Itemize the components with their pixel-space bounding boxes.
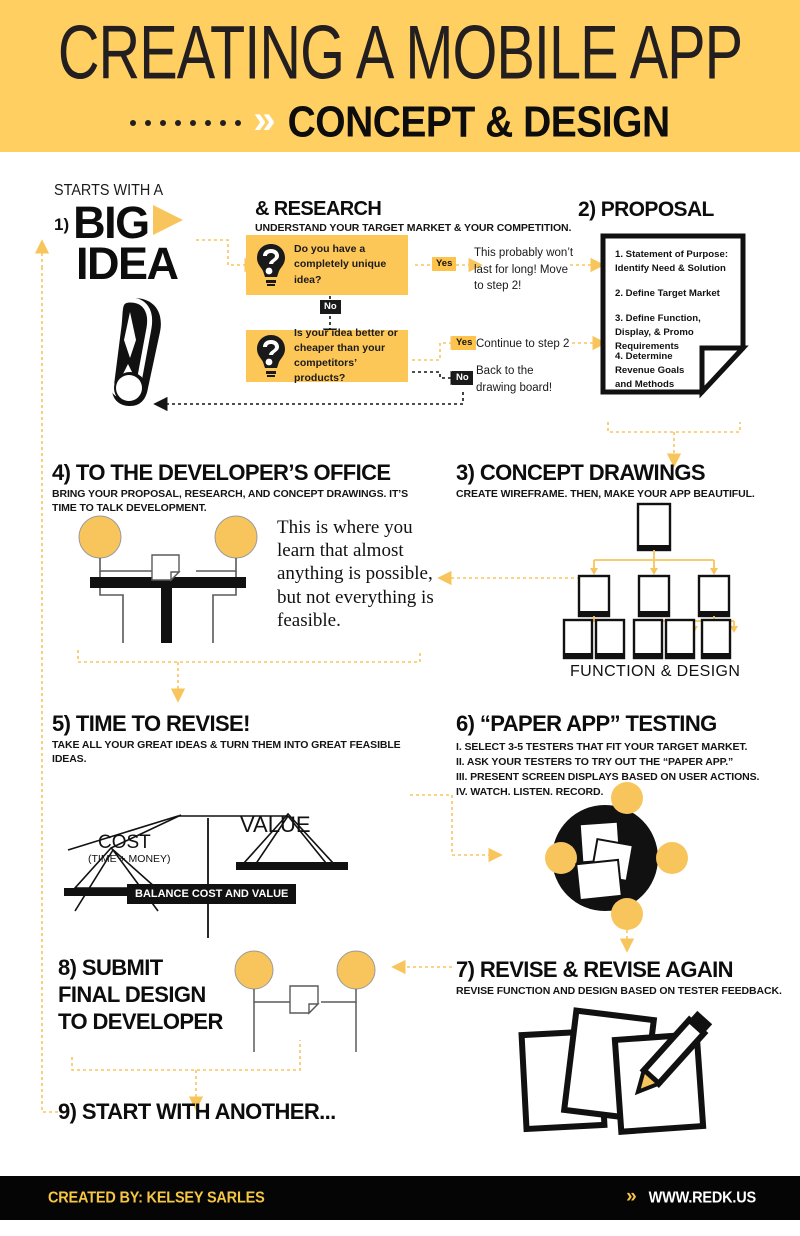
lightbulb-question-icon [257, 244, 285, 286]
step4-quote: This is where you learn that almost anyt… [277, 517, 434, 631]
step8-heading-line2: FINAL DESIGN [58, 982, 206, 1007]
question-box-unique-idea: Do you have a completely unique idea? [246, 235, 408, 295]
header-banner: CREATING A MOBILE APP » CONCEPT & DESIGN [0, 0, 800, 152]
double-chevron-icon: » [253, 98, 276, 142]
footer-url-group[interactable]: » WWW.REDK.US [626, 1187, 756, 1209]
step1-number: 1) [54, 215, 70, 235]
step3-subheading: CREATE WIREFRAME. THEN, MAKE YOUR APP BE… [456, 488, 755, 500]
step7-subheading: REVISE FUNCTION AND DESIGN BASED ON TEST… [456, 985, 782, 997]
proposal-item-1: 1. Statement of Purpose: Identify Need &… [615, 249, 729, 274]
step9-heading: 9) START WITH ANOTHER... [58, 1099, 336, 1124]
footer-url[interactable]: WWW.REDK.US [649, 1189, 757, 1206]
badge-yes-q1: Yes [432, 257, 457, 272]
research-subheading: UNDERSTAND YOUR TARGET MARKET & YOUR COM… [255, 222, 572, 234]
proposal-item-4: 4. Determine Revenue Goals and Methods [615, 351, 685, 390]
scale-label-cost: COST [98, 832, 151, 853]
result-q1-yes: This probably won’t last for long! Move … [474, 247, 574, 293]
infographic-page: CREATING A MOBILE APP » CONCEPT & DESIGN [0, 0, 800, 1236]
lightbulb-question-icon-2 [257, 335, 285, 377]
result-q2-yes: Continue to step 2 [476, 338, 570, 350]
step8-heading-line3: TO DEVELOPER [58, 1009, 223, 1034]
footer-credit: CREATED BY: KELSEY SARLES [48, 1189, 265, 1207]
revise-papers-pencil-illustration [518, 1007, 713, 1135]
step6-line-1: I. SELECT 3-5 TESTERS THAT FIT YOUR TARG… [456, 741, 748, 753]
scale-label-value: VALUE [240, 812, 311, 837]
proposal-item-3: 3. Define Function, Display, & Promo Req… [615, 313, 701, 352]
proposal-item-2: 2. Define Target Market [615, 288, 720, 299]
step1-kicker: STARTS WITH A [54, 182, 164, 199]
step5-heading: 5) TIME TO REVISE! [52, 711, 250, 736]
paper-app-testing-illustration [545, 782, 688, 930]
step8-heading-line1: 8) SUBMIT [58, 955, 163, 980]
header-subtitle: CONCEPT & DESIGN [287, 98, 671, 147]
double-chevron-icon-footer: » [626, 1186, 637, 1207]
step2-heading: 2) PROPOSAL [578, 198, 714, 221]
step4-subheading: BRING YOUR PROPOSAL, RESEARCH, AND CONCE… [52, 488, 408, 515]
step1-line2: IDEA [76, 238, 179, 290]
scale-label-cost-sub: (TIME + MONEY) [88, 853, 171, 865]
result-q2-no: Back to the drawing board! [476, 365, 553, 394]
research-heading: & RESEARCH [255, 198, 382, 220]
step6-heading: 6) “PAPER APP” TESTING [456, 711, 717, 736]
step6-line-2: II. ASK YOUR TESTERS TO TRY OUT THE “PAP… [456, 756, 734, 768]
step4-heading: 4) TO THE DEVELOPER’S OFFICE [52, 460, 391, 485]
step7-heading: 7) REVISE & REVISE AGAIN [456, 957, 734, 982]
header-subtitle-row: » CONCEPT & DESIGN [0, 98, 800, 147]
submit-final-design-illustration [234, 950, 376, 1052]
badge-no-q1: No [320, 300, 341, 315]
step1-block: STARTS WITH A 1) BIG IDEA [54, 182, 187, 286]
developer-office-illustration [78, 515, 258, 643]
play-triangle-icon [152, 205, 183, 236]
balance-cost-value-label: BALANCE COST AND VALUE [127, 884, 297, 904]
footer-bar: CREATED BY: KELSEY SARLES » WWW.REDK.US [0, 1176, 800, 1220]
exclamation-mark-icon [109, 297, 161, 406]
step3-caption: FUNCTION & DESIGN [570, 663, 741, 680]
step3-heading: 3) CONCEPT DRAWINGS [456, 460, 706, 485]
question-box-better-cheaper-text: Is your idea better or cheaper than your… [294, 326, 398, 385]
wireframe-leaf-row-icon [562, 618, 732, 660]
badge-yes-q2: Yes [452, 336, 477, 351]
question-box-unique-idea-text: Do you have a completely unique idea? [294, 243, 387, 286]
page-title: CREATING A MOBILE APP [57, 11, 743, 96]
step1-line1: BIG [73, 197, 150, 248]
dot-leader-icon [130, 120, 243, 126]
badge-no-q2: No [452, 371, 473, 386]
question-box-better-cheaper: Is your idea better or cheaper than your… [246, 327, 408, 384]
